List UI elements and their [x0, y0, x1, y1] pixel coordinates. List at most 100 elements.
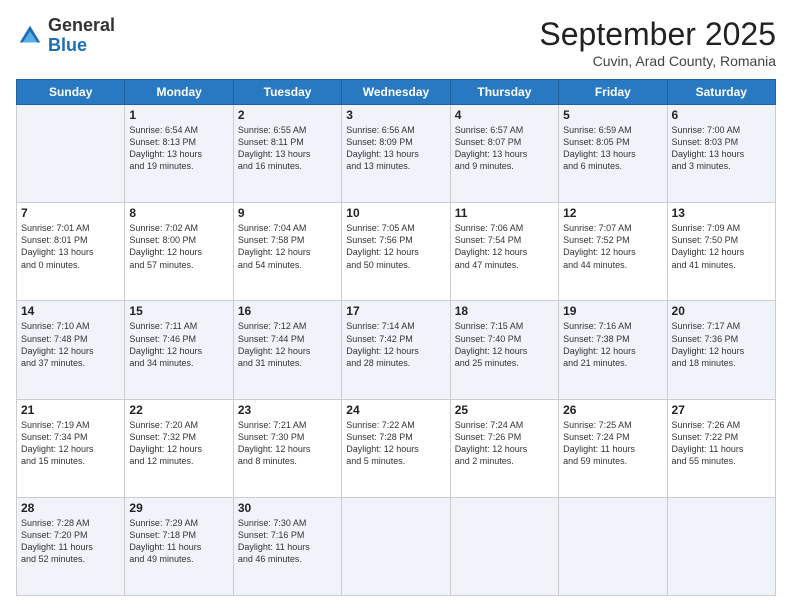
day-info: Sunrise: 7:06 AM Sunset: 7:54 PM Dayligh…	[455, 222, 554, 271]
weekday-header-wednesday: Wednesday	[342, 80, 450, 105]
logo-icon	[16, 22, 44, 50]
week-row-3: 14 Sunrise: 7:10 AM Sunset: 7:48 PM Dayli…	[17, 301, 776, 399]
calendar-cell: 23 Sunrise: 7:21 AM Sunset: 7:30 PM Dayli…	[233, 399, 341, 497]
day-number: 29	[129, 501, 228, 515]
week-row-5: 28 Sunrise: 7:28 AM Sunset: 7:20 PM Dayli…	[17, 497, 776, 595]
day-number: 6	[672, 108, 771, 122]
location-subtitle: Cuvin, Arad County, Romania	[539, 53, 776, 69]
weekday-header-friday: Friday	[559, 80, 667, 105]
weekday-header-row: SundayMondayTuesdayWednesdayThursdayFrid…	[17, 80, 776, 105]
day-number: 17	[346, 304, 445, 318]
calendar-cell: 18Sunrise: 7:15 AM Sunset: 7:40 PM Dayli…	[450, 301, 558, 399]
day-info: Sunrise: 7:02 AM Sunset: 8:00 PM Dayligh…	[129, 222, 228, 271]
day-info: Sunrise: 7:21 AM Sunset: 7:30 PM Dayligh…	[238, 419, 337, 468]
day-number: 8	[129, 206, 228, 220]
calendar-cell: 29 Sunrise: 7:29 AM Sunset: 7:18 PM Dayli…	[125, 497, 233, 595]
weekday-header-saturday: Saturday	[667, 80, 775, 105]
day-info: Sunrise: 7:05 AM Sunset: 7:56 PM Dayligh…	[346, 222, 445, 271]
logo-general-text: General	[48, 15, 115, 35]
calendar-cell	[667, 497, 775, 595]
day-number: 24	[346, 403, 445, 417]
day-number: 11	[455, 206, 554, 220]
calendar-cell: 17 Sunrise: 7:14 AM Sunset: 7:42 PM Dayli…	[342, 301, 450, 399]
calendar-cell: 9 Sunrise: 7:04 AM Sunset: 7:58 PM Daylig…	[233, 203, 341, 301]
calendar-cell	[342, 497, 450, 595]
calendar-cell: 2Sunrise: 6:55 AM Sunset: 8:11 PM Daylig…	[233, 105, 341, 203]
day-info: Sunrise: 7:00 AM Sunset: 8:03 PM Dayligh…	[672, 124, 771, 173]
calendar-cell: 6 Sunrise: 7:00 AM Sunset: 8:03 PM Daylig…	[667, 105, 775, 203]
day-number: 28	[21, 501, 120, 515]
title-block: September 2025 Cuvin, Arad County, Roman…	[539, 16, 776, 69]
calendar-cell: 19Sunrise: 7:16 AM Sunset: 7:38 PM Dayli…	[559, 301, 667, 399]
calendar-cell: 24Sunrise: 7:22 AM Sunset: 7:28 PM Dayli…	[342, 399, 450, 497]
day-number: 2	[238, 108, 337, 122]
week-row-1: 1Sunrise: 6:54 AM Sunset: 8:13 PM Daylig…	[17, 105, 776, 203]
calendar-cell: 10 Sunrise: 7:05 AM Sunset: 7:56 PM Dayli…	[342, 203, 450, 301]
day-info: Sunrise: 7:07 AM Sunset: 7:52 PM Dayligh…	[563, 222, 662, 271]
calendar-cell: 3 Sunrise: 6:56 AM Sunset: 8:09 PM Daylig…	[342, 105, 450, 203]
day-info: Sunrise: 6:54 AM Sunset: 8:13 PM Dayligh…	[129, 124, 228, 173]
day-info: Sunrise: 7:01 AM Sunset: 8:01 PM Dayligh…	[21, 222, 120, 271]
day-info: Sunrise: 6:57 AM Sunset: 8:07 PM Dayligh…	[455, 124, 554, 173]
day-number: 18	[455, 304, 554, 318]
day-number: 9	[238, 206, 337, 220]
day-info: Sunrise: 7:04 AM Sunset: 7:58 PM Dayligh…	[238, 222, 337, 271]
calendar-table: SundayMondayTuesdayWednesdayThursdayFrid…	[16, 79, 776, 596]
day-number: 7	[21, 206, 120, 220]
calendar-cell: 14 Sunrise: 7:10 AM Sunset: 7:48 PM Dayli…	[17, 301, 125, 399]
day-number: 20	[672, 304, 771, 318]
calendar-page: General Blue September 2025 Cuvin, Arad …	[0, 0, 792, 612]
calendar-cell	[450, 497, 558, 595]
calendar-cell: 13Sunrise: 7:09 AM Sunset: 7:50 PM Dayli…	[667, 203, 775, 301]
calendar-cell: 15Sunrise: 7:11 AM Sunset: 7:46 PM Dayli…	[125, 301, 233, 399]
day-info: Sunrise: 6:59 AM Sunset: 8:05 PM Dayligh…	[563, 124, 662, 173]
day-info: Sunrise: 7:10 AM Sunset: 7:48 PM Dayligh…	[21, 320, 120, 369]
day-info: Sunrise: 6:56 AM Sunset: 8:09 PM Dayligh…	[346, 124, 445, 173]
calendar-cell: 20 Sunrise: 7:17 AM Sunset: 7:36 PM Dayli…	[667, 301, 775, 399]
day-number: 3	[346, 108, 445, 122]
day-info: Sunrise: 7:19 AM Sunset: 7:34 PM Dayligh…	[21, 419, 120, 468]
day-number: 10	[346, 206, 445, 220]
weekday-header-sunday: Sunday	[17, 80, 125, 105]
day-info: Sunrise: 7:26 AM Sunset: 7:22 PM Dayligh…	[672, 419, 771, 468]
calendar-cell: 30 Sunrise: 7:30 AM Sunset: 7:16 PM Dayli…	[233, 497, 341, 595]
calendar-cell: 8 Sunrise: 7:02 AM Sunset: 8:00 PM Daylig…	[125, 203, 233, 301]
day-info: Sunrise: 7:25 AM Sunset: 7:24 PM Dayligh…	[563, 419, 662, 468]
day-number: 22	[129, 403, 228, 417]
calendar-cell	[559, 497, 667, 595]
day-number: 23	[238, 403, 337, 417]
day-info: Sunrise: 7:11 AM Sunset: 7:46 PM Dayligh…	[129, 320, 228, 369]
page-header: General Blue September 2025 Cuvin, Arad …	[16, 16, 776, 69]
weekday-header-thursday: Thursday	[450, 80, 558, 105]
day-info: Sunrise: 7:20 AM Sunset: 7:32 PM Dayligh…	[129, 419, 228, 468]
calendar-cell: 21 Sunrise: 7:19 AM Sunset: 7:34 PM Dayli…	[17, 399, 125, 497]
weekday-header-monday: Monday	[125, 80, 233, 105]
day-info: Sunrise: 7:24 AM Sunset: 7:26 PM Dayligh…	[455, 419, 554, 468]
day-number: 16	[238, 304, 337, 318]
day-number: 5	[563, 108, 662, 122]
day-info: Sunrise: 7:17 AM Sunset: 7:36 PM Dayligh…	[672, 320, 771, 369]
weekday-header-tuesday: Tuesday	[233, 80, 341, 105]
calendar-cell: 11 Sunrise: 7:06 AM Sunset: 7:54 PM Dayli…	[450, 203, 558, 301]
calendar-cell: 12 Sunrise: 7:07 AM Sunset: 7:52 PM Dayli…	[559, 203, 667, 301]
calendar-cell: 25 Sunrise: 7:24 AM Sunset: 7:26 PM Dayli…	[450, 399, 558, 497]
logo-blue-text: Blue	[48, 35, 87, 55]
day-info: Sunrise: 7:29 AM Sunset: 7:18 PM Dayligh…	[129, 517, 228, 566]
day-number: 21	[21, 403, 120, 417]
day-number: 4	[455, 108, 554, 122]
day-number: 14	[21, 304, 120, 318]
month-title: September 2025	[539, 16, 776, 53]
day-info: Sunrise: 7:30 AM Sunset: 7:16 PM Dayligh…	[238, 517, 337, 566]
day-number: 19	[563, 304, 662, 318]
day-number: 13	[672, 206, 771, 220]
calendar-cell: 28 Sunrise: 7:28 AM Sunset: 7:20 PM Dayli…	[17, 497, 125, 595]
day-number: 30	[238, 501, 337, 515]
calendar-cell: 22 Sunrise: 7:20 AM Sunset: 7:32 PM Dayli…	[125, 399, 233, 497]
calendar-cell	[17, 105, 125, 203]
day-number: 25	[455, 403, 554, 417]
calendar-cell: 1Sunrise: 6:54 AM Sunset: 8:13 PM Daylig…	[125, 105, 233, 203]
day-info: Sunrise: 7:28 AM Sunset: 7:20 PM Dayligh…	[21, 517, 120, 566]
day-number: 12	[563, 206, 662, 220]
week-row-4: 21 Sunrise: 7:19 AM Sunset: 7:34 PM Dayli…	[17, 399, 776, 497]
day-info: Sunrise: 7:14 AM Sunset: 7:42 PM Dayligh…	[346, 320, 445, 369]
